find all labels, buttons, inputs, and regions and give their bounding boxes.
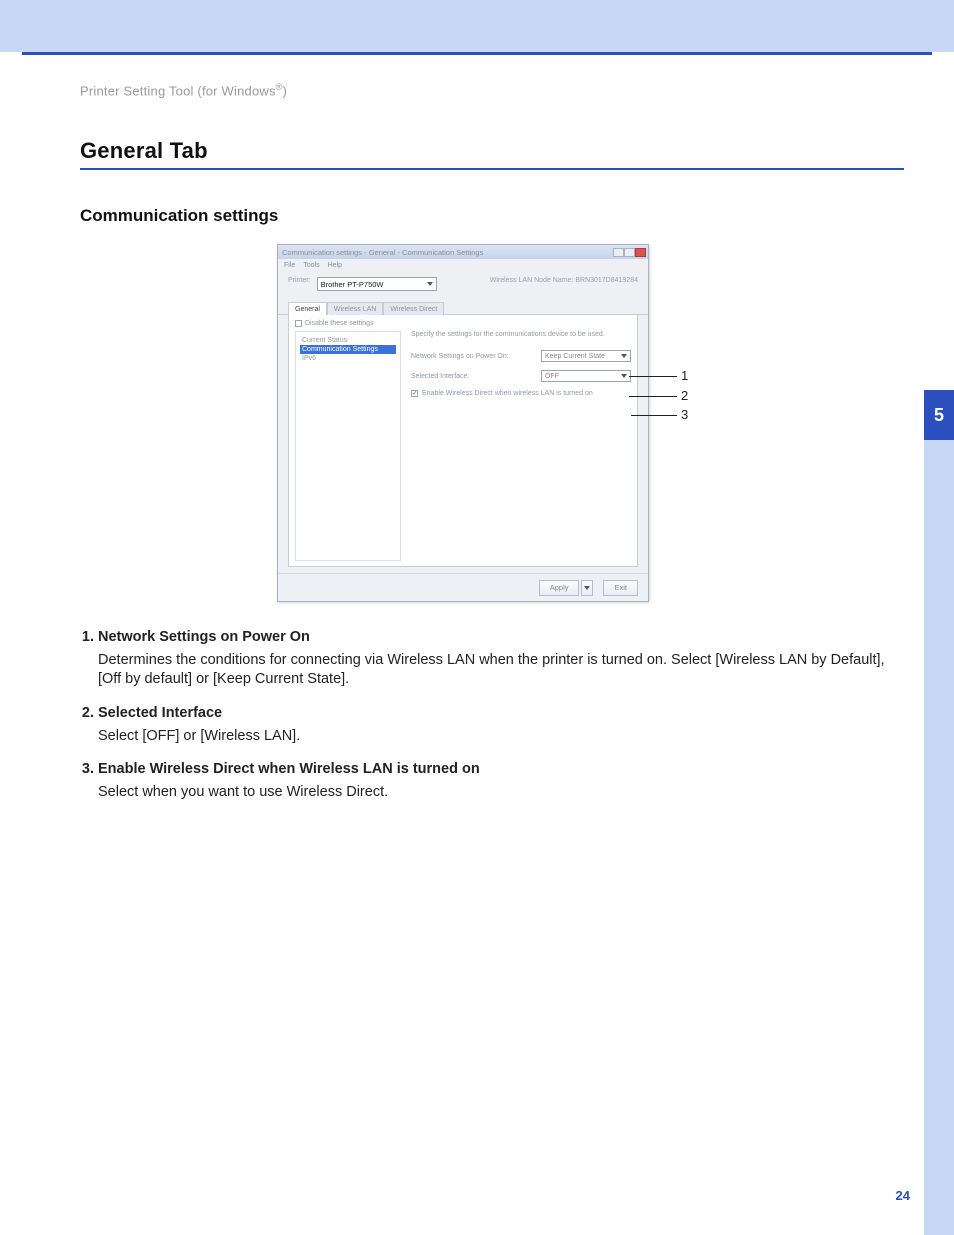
tab-wireless-lan[interactable]: Wireless LAN xyxy=(327,302,383,315)
callout-number-1: 1 xyxy=(681,368,688,383)
chapter-tab: 5 xyxy=(924,390,954,440)
desc-1-title: Network Settings on Power On xyxy=(98,628,904,648)
disable-settings-label: Disable these settings xyxy=(305,320,373,327)
screenshot-figure: Communication settings - General - Commu… xyxy=(277,244,707,602)
selected-interface-select[interactable]: OFF xyxy=(541,370,631,382)
subsection-title: Communication settings xyxy=(80,206,904,226)
settings-tree: Current Status Communication Settings IP… xyxy=(295,331,401,561)
disable-settings-checkbox[interactable] xyxy=(295,320,302,327)
desc-item-3: Enable Wireless Direct when Wireless LAN… xyxy=(98,760,904,802)
desc-3-body: Select when you want to use Wireless Dir… xyxy=(98,784,388,800)
dialog-window: Communication settings - General - Commu… xyxy=(277,244,649,602)
tree-item-communication-settings[interactable]: Communication Settings xyxy=(300,345,396,354)
selected-interface-label: Selected Interface: xyxy=(411,373,535,380)
chevron-down-icon xyxy=(621,374,627,378)
breadcrumb-prefix: Printer Setting Tool (for Windows xyxy=(80,83,276,98)
section-title: General Tab xyxy=(80,138,904,170)
row-network-on-power: Network Settings on Power On: Keep Curre… xyxy=(411,350,631,362)
callout-number-3: 3 xyxy=(681,407,688,422)
close-button[interactable] xyxy=(635,248,646,257)
registered-mark: ® xyxy=(276,82,283,92)
menu-file[interactable]: File xyxy=(284,262,295,269)
breadcrumb-suffix: ) xyxy=(283,83,288,98)
page-content: Printer Setting Tool (for Windows®) Gene… xyxy=(80,82,904,816)
menu-tools[interactable]: Tools xyxy=(303,262,319,269)
enable-wireless-direct-checkbox[interactable] xyxy=(411,390,418,397)
minimize-button[interactable] xyxy=(613,248,624,257)
enable-wireless-direct-label: Enable Wireless Direct when wireless LAN… xyxy=(422,390,593,397)
selected-interface-value: OFF xyxy=(545,373,559,380)
tree-item-current-status[interactable]: Current Status xyxy=(300,336,396,345)
breadcrumb: Printer Setting Tool (for Windows®) xyxy=(80,82,904,98)
page-top-band xyxy=(0,0,954,52)
tab-general[interactable]: General xyxy=(288,302,327,315)
settings-panel: Specify the settings for the communicati… xyxy=(411,331,631,561)
dialog-footer: Apply Exit xyxy=(278,573,648,601)
window-buttons xyxy=(613,248,646,257)
disable-settings-row: Disable these settings xyxy=(295,320,631,327)
dialog-two-column: Current Status Communication Settings IP… xyxy=(295,331,631,561)
printer-select[interactable]: Brother PT-P750W xyxy=(317,277,437,291)
chapter-gutter xyxy=(924,440,954,1235)
network-on-power-select[interactable]: Keep Current State xyxy=(541,350,631,362)
chevron-down-icon xyxy=(584,586,590,590)
desc-3-title: Enable Wireless Direct when Wireless LAN… xyxy=(98,760,904,780)
desc-item-2: Selected Interface Select [OFF] or [Wire… xyxy=(98,704,904,746)
chevron-down-icon xyxy=(427,282,433,286)
page-number: 24 xyxy=(896,1188,910,1203)
desc-1-body: Determines the conditions for connecting… xyxy=(98,652,885,688)
dialog-tab-body: Disable these settings Current Status Co… xyxy=(288,315,638,567)
dialog-menubar: File Tools Help xyxy=(278,259,648,271)
tree-item-ipv6[interactable]: IPv6 xyxy=(300,354,396,363)
desc-2-body: Select [OFF] or [Wireless LAN]. xyxy=(98,728,300,744)
printer-select-value: Brother PT-P750W xyxy=(321,280,384,289)
settings-instruction: Specify the settings for the communicati… xyxy=(411,331,631,338)
dialog-top-area: Printer: Brother PT-P750W Wireless LAN N… xyxy=(278,271,648,301)
page-top-rule xyxy=(22,52,932,55)
desc-2-title: Selected Interface xyxy=(98,704,904,724)
tab-wireless-direct[interactable]: Wireless Direct xyxy=(383,302,444,315)
chevron-down-icon xyxy=(621,354,627,358)
node-name-label: Wireless LAN Node Name: BRN3017D8419284 xyxy=(490,277,638,284)
exit-button[interactable]: Exit xyxy=(603,580,638,596)
network-on-power-label: Network Settings on Power On: xyxy=(411,353,535,360)
dialog-title: Communication settings - General - Commu… xyxy=(282,248,613,257)
row-selected-interface: Selected Interface: OFF xyxy=(411,370,631,382)
apply-button[interactable]: Apply xyxy=(539,580,580,596)
maximize-button[interactable] xyxy=(624,248,635,257)
network-on-power-value: Keep Current State xyxy=(545,353,605,360)
apply-split-button[interactable] xyxy=(581,580,593,596)
row-enable-wireless-direct: Enable Wireless Direct when wireless LAN… xyxy=(411,390,631,397)
dialog-tabs: General Wireless LAN Wireless Direct xyxy=(278,301,648,315)
printer-label: Printer: xyxy=(288,277,311,284)
dialog-titlebar: Communication settings - General - Commu… xyxy=(278,245,648,259)
callout-descriptions: Network Settings on Power On Determines … xyxy=(80,628,904,802)
menu-help[interactable]: Help xyxy=(328,262,342,269)
chapter-number: 5 xyxy=(934,405,944,426)
desc-item-1: Network Settings on Power On Determines … xyxy=(98,628,904,690)
callout-number-2: 2 xyxy=(681,388,688,403)
